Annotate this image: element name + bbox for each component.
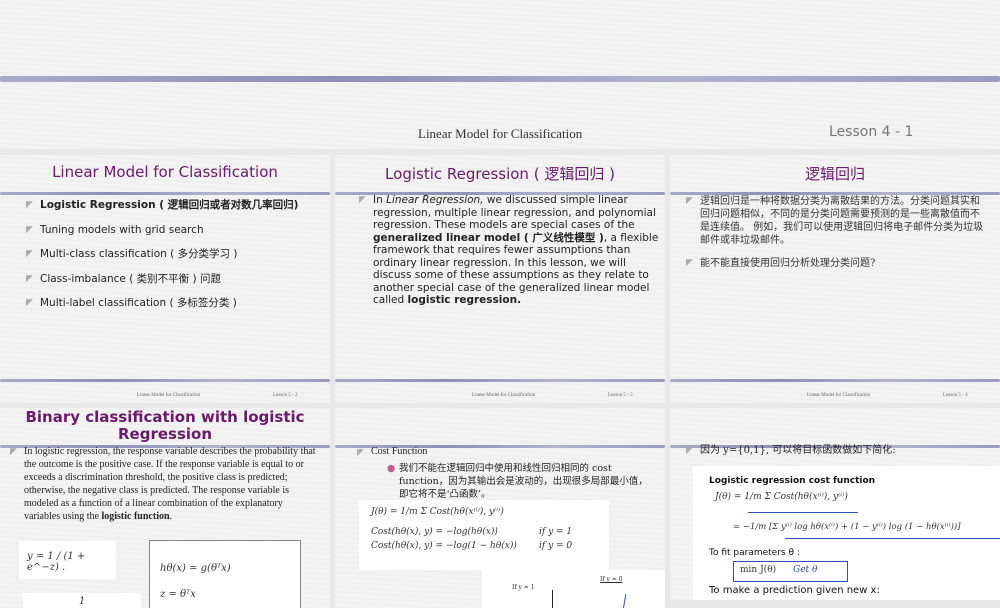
slide-thumbnail-7[interactable]: ◤ 因为 y={0,1}, 可以将目标函数做如下简化: Logistic regr… (670, 408, 1000, 600)
bullet-list: ◤ 因为 y={0,1}, 可以将目标函数做如下简化: (686, 445, 996, 458)
slide-footer-title: Linear Model for Classification (472, 393, 536, 398)
equation: J(θ) = 1/m Σ Cost(hθ(x⁽ⁱ⁾), y⁽ⁱ⁾) (715, 492, 848, 502)
slide-title: 逻辑回归 (804, 165, 865, 183)
image-title: Logistic regression cost function (709, 476, 876, 486)
bullet-list: ◤ 逻辑回归是一种将数据分类为离散结果的方法。分类问题其实和回归问题相似，不同的是… (686, 195, 986, 280)
slide-title: Linear Model for Classification (52, 163, 278, 181)
min-box: min J(θ) Get θ (733, 561, 848, 582)
bullet-list: ◤ Cost Function ● 我们不能在逻辑回归中使用和线性回归相同的 cos… (357, 446, 657, 501)
bullet-icon: ◤ (686, 446, 693, 456)
bullet-icon: ● (387, 462, 396, 474)
sigmoid-equation: y = 1 / (1 + e^−z) . (19, 541, 116, 579)
slide-footer-lesson: Lesson 5 - 3 (608, 393, 633, 398)
list-item: ◤ Cost Function ● 我们不能在逻辑回归中使用和线性回归相同的 cos… (357, 446, 657, 501)
equation: = −1/m [Σ y⁽ⁱ⁾ log hθ(x⁽ⁱ⁾) + (1 − y⁽ⁱ⁾)… (733, 522, 961, 532)
bullet-list: ◤ Logistic Regression ( 逻辑回归或者对数几率回归) ◤ Tu… (26, 199, 306, 322)
list-item: ◤ Multi-label classification ( 多标签分类 ) (26, 297, 237, 309)
slide-thumbnail-6[interactable]: ◤ Cost Function ● 我们不能在逻辑回归中使用和线性回归相同的 cos… (335, 408, 665, 608)
slide-footer-lesson: Lesson 4 - 1 (829, 124, 914, 140)
bullet-icon: ◤ (26, 298, 33, 308)
bullet-icon: ◤ (10, 446, 17, 456)
bullet-icon: ◤ (357, 447, 364, 457)
bullet-icon: ◤ (26, 249, 33, 259)
cost-graphs: If y = 1 If y = 0 (482, 570, 665, 608)
cost-function-equations: J(θ) = 1/m Σ Cost(hθ(x⁽ⁱ⁾), y⁽ⁱ⁾) Cost(h… (359, 500, 609, 570)
bullet-icon: ◤ (359, 195, 366, 205)
hypothesis-equation: hθ(x) = g(θᵀx) (160, 563, 231, 574)
slide-footer-title: Linear Model for Classification (418, 126, 583, 141)
bullet-icon: ◤ (26, 224, 33, 235)
slide-thumbnail-3[interactable]: Logistic Regression ( 逻辑回归 ) ◤ In Linear … (335, 155, 665, 403)
predict-text: To make a prediction given new x: (709, 585, 880, 596)
list-item: ◤ Tuning models with grid search (26, 223, 204, 236)
hypothesis-equation-box: hθ(x) = g(θᵀx) z = θᵀx (149, 540, 301, 608)
z-equation: z = θᵀx (160, 589, 196, 600)
list-item: ◤ In logistic regression, the response va… (10, 446, 316, 522)
slide-footer-lesson: Lesson 5 - 4 (943, 393, 968, 398)
sub-item: ● 我们不能在逻辑回归中使用和线性回归相同的 cost function，因为其输… (387, 462, 648, 500)
divider (0, 379, 330, 382)
slide-title: Logistic Regression ( 逻辑回归 ) (385, 165, 615, 183)
slide-thumbnail-2[interactable]: Linear Model for Classification ◤ Logisti… (0, 155, 330, 403)
list-item: ◤ 逻辑回归是一种将数据分类为离散结果的方法。分类问题其实和回归问题相似，不同的是… (686, 196, 984, 246)
slide-footer-title: Linear Model for Classification (137, 393, 201, 398)
fit-text: To fit parameters θ : (709, 548, 800, 558)
slide-footer-lesson: Lesson 5 - 2 (273, 393, 298, 398)
slide-footer-title: Linear Model for Classification (807, 393, 871, 398)
bullet-icon: ◤ (686, 258, 693, 268)
divider (335, 379, 665, 382)
divider (0, 76, 1000, 82)
list-item: ◤ 能不能直接使用回归分析处理分类问题? (686, 258, 876, 269)
bullet-list: ◤ In logistic regression, the response va… (10, 445, 320, 523)
divider (670, 379, 1000, 382)
equation-fragment: 1 (23, 593, 141, 608)
list-item: ◤ Multi-class classification ( 多分类学习 ) (26, 248, 238, 260)
slide-title: Binary classification with logistic Regr… (25, 408, 305, 443)
bullet-icon: ◤ (686, 196, 693, 206)
bullet-icon: ◤ (26, 273, 33, 284)
list-item: ◤ 因为 y={0,1}, 可以将目标函数做如下简化: (686, 445, 896, 456)
bullet-icon: ◤ (26, 200, 33, 210)
slide-thumbnail-4[interactable]: 逻辑回归 ◤ 逻辑回归是一种将数据分类为离散结果的方法。分类问题其实和回归问题相似… (670, 155, 1000, 403)
previous-slide: Linear Model for Classification Lesson 4… (0, 0, 1000, 149)
slide-thumbnail-5[interactable]: Binary classification with logistic Regr… (0, 408, 330, 608)
list-item: ◤ Class-imbalance ( 类别不平衡 ) 问题 (26, 272, 221, 285)
cost-function-image: Logistic regression cost function J(θ) =… (693, 466, 1000, 600)
list-item: ◤ In Linear Regression, we discussed simp… (359, 194, 659, 306)
list-item: ◤ Logistic Regression ( 逻辑回归或者对数几率回归) (26, 199, 299, 211)
divider (0, 192, 330, 195)
bullet-list: ◤ In Linear Regression, we discussed simp… (359, 194, 659, 307)
